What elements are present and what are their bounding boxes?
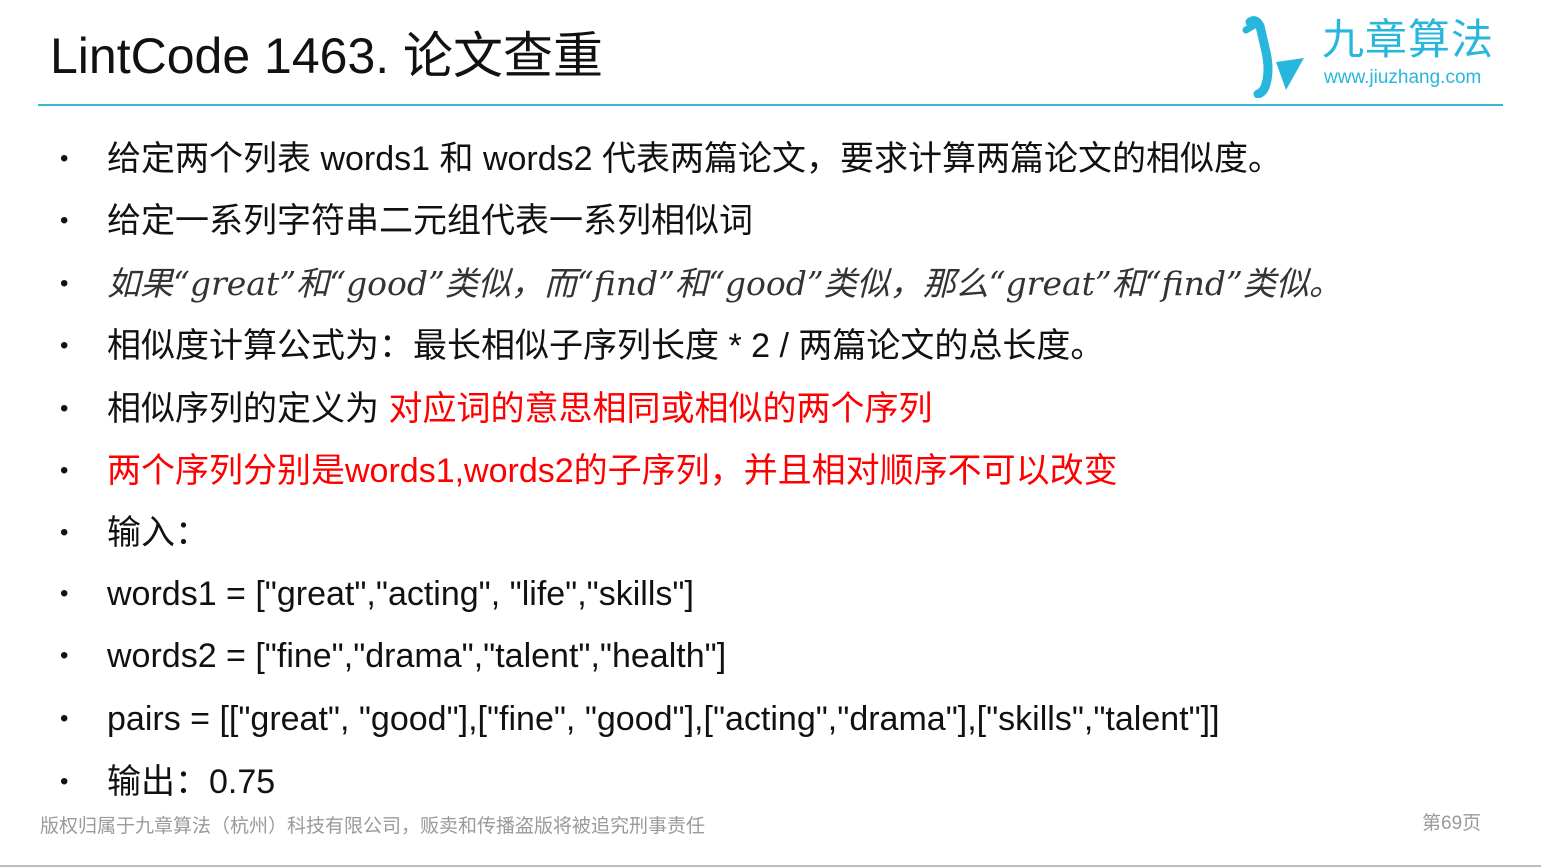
- bullet-text-prefix: 相似序列的定义为: [107, 390, 389, 428]
- bullet-text: words1 = ["great","acting", "life","skil…: [107, 575, 694, 613]
- bullet-text: 相似度计算公式为：最长相似子序列长度 * 2 / 两篇论文的总长度。: [107, 327, 1105, 365]
- bullet-marker: •: [60, 145, 69, 172]
- bullet-item: • 给定一系列字符串二元组代表一系列相似词: [60, 196, 1520, 246]
- bullet-item: • 两个序列分别是words1,words2的子序列，并且相对顺序不可以改变: [60, 446, 1520, 496]
- bullet-item: • 输入：: [60, 508, 1520, 558]
- bullet-item: • words2 = ["fine","drama","talent","hea…: [60, 631, 1520, 681]
- bullet-marker: •: [60, 642, 69, 669]
- bullet-item: • 相似序列的定义为 对应词的意思相同或相似的两个序列: [60, 384, 1520, 434]
- bullet-item: • 输出：0.75: [60, 757, 1520, 807]
- bullet-text: 相似序列的定义为 对应词的意思相同或相似的两个序列: [107, 384, 932, 434]
- bullet-marker: •: [60, 457, 69, 484]
- bullet-text: pairs = [["great", "good"],["fine", "goo…: [107, 700, 1220, 738]
- bullet-item: • words1 = ["great","acting", "life","sk…: [60, 569, 1520, 619]
- bullet-marker: •: [60, 395, 69, 422]
- footer-copyright: 版权归属于九章算法（杭州）科技有限公司，贩卖和传播盗版将被追究刑事责任: [40, 815, 706, 837]
- page-number: 第69页: [1422, 813, 1482, 834]
- bullet-item: • 相似度计算公式为：最长相似子序列长度 * 2 / 两篇论文的总长度。: [60, 321, 1520, 371]
- bullet-item: • pairs = [["great", "good"],["fine", "g…: [60, 694, 1520, 744]
- bullet-text-highlight: 对应词的意思相同或相似的两个序列: [388, 390, 933, 428]
- bullet-marker: •: [60, 580, 69, 607]
- bullet-marker: •: [60, 270, 69, 297]
- bullet-text-highlight: 两个序列分别是words1,words2的子序列，并且相对顺序不可以改变: [107, 452, 1118, 490]
- bullet-list: • 给定两个列表 words1 和 words2 代表两篇论文，要求计算两篇论文…: [0, 0, 1541, 867]
- bullet-text: 给定一系列字符串二元组代表一系列相似词: [107, 202, 753, 240]
- bullet-text: 输出：0.75: [107, 763, 276, 801]
- bullet-text: 输入：: [107, 514, 209, 552]
- bullet-item: • 给定两个列表 words1 和 words2 代表两篇论文，要求计算两篇论文…: [60, 134, 1520, 184]
- bullet-marker: •: [60, 207, 69, 234]
- bullet-marker: •: [60, 705, 69, 732]
- bullet-text-example: 如果“great”和“good”类似，而“find”和“good”类似，那么“g…: [107, 264, 1342, 303]
- bullet-text: 给定两个列表 words1 和 words2 代表两篇论文，要求计算两篇论文的相…: [107, 140, 1282, 178]
- bullet-marker: •: [60, 332, 69, 359]
- bullet-item: • 如果“great”和“good”类似，而“find”和“good”类似，那么…: [60, 259, 1520, 309]
- bullet-marker: •: [60, 768, 69, 795]
- bullet-text: words2 = ["fine","drama","talent","healt…: [107, 637, 727, 675]
- bullet-marker: •: [60, 519, 69, 546]
